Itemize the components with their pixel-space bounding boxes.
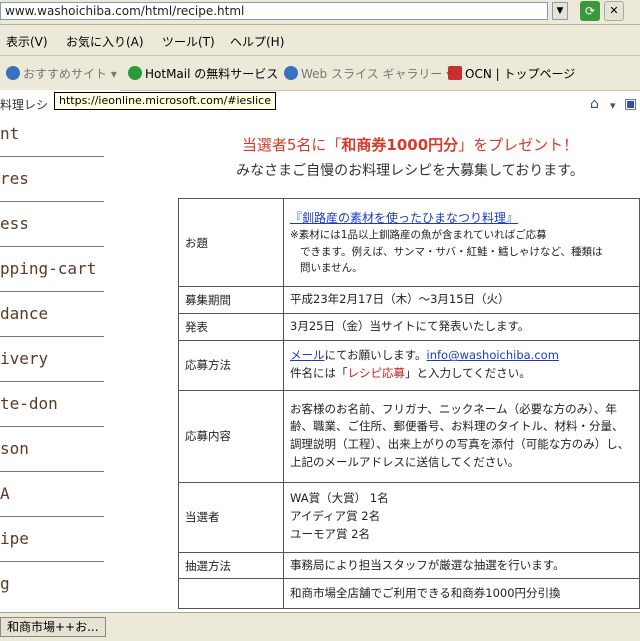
prize-label [178,578,284,610]
sidebar-item[interactable]: te-don [0,382,104,427]
status-bar: 和商市場++お... [0,612,640,641]
links-bar: おすすめサイト ▾ HotMail の無料サービス Web スライス ギャラリー… [0,56,640,91]
sidebar-item[interactable]: ivery [0,337,104,382]
left-tab-label: 料理レシ [0,98,49,112]
theme-value: 『釧路産の素材を使ったひまなつり料理』 ※素材には1品以上釧路産の魚が含まれてい… [283,198,640,287]
content-label: 応募内容 [178,389,284,483]
sidebar-item[interactable]: ess [0,202,104,247]
theme-note: 問いません。 [300,261,363,274]
menu-favorites[interactable]: お気に入り(A) [66,33,144,50]
announce-label: 発表 [178,312,284,341]
sidebar-item[interactable]: g [0,562,104,606]
menu-view[interactable]: 表示(V) [6,33,48,50]
sidebar-item[interactable]: pping-cart [0,247,104,292]
period-value: 平成23年2月17日（木）～3月15日（火） [283,286,640,314]
prize-value: 和商市場全店舗でご利用できる和商券1000円分引換 [283,578,640,610]
msn-icon [128,66,142,80]
content-value: お客様のお名前、フリガナ、ニックネーム（必要な方のみ）、年齢、職業、ご住所、郵便… [283,389,640,483]
theme-label: お題 [178,198,284,287]
recipe-campaign-table: お題 『釧路産の素材を使ったひまなつり料理』 ※素材には1品以上釧路産の魚が含ま… [178,198,640,610]
lottery-label: 抽選方法 [178,551,284,580]
sidebar-item[interactable]: nt [0,112,104,157]
address-dropdown-button[interactable]: ▼ [552,2,568,20]
subject-text: レシピ応募 [347,366,406,381]
link-hotmail[interactable]: HotMail の無料サービス [128,65,278,82]
link-suggested-sites[interactable]: おすすめサイト ▾ [6,65,117,82]
sidebar-item[interactable]: son [0,427,104,472]
sidebar-item[interactable]: A [0,472,104,517]
home-icon[interactable]: ⌂ [590,96,599,112]
theme-note: できます。例えば、サンマ・サバ・紅鮭・鱈しゃけなど、種類は [300,245,603,258]
address-input[interactable]: www.washoichiba.com/html/recipe.html [0,2,548,20]
menu-bar: 表示(V) お気に入り(A) ツール(T) ヘルプ(H) [0,25,640,56]
mail-link[interactable]: メール [290,348,325,362]
campaign-headline: 当選者5名に「和商券1000円分」をプレゼント！ [241,136,579,154]
menu-tools[interactable]: ツール(T) [162,33,215,50]
feed-icon[interactable]: ▣ [624,96,637,112]
sidebar-item[interactable]: dance [0,292,104,337]
winner-prize: WA賞（大賞） 1名 [290,491,389,506]
ie-icon [284,66,298,80]
email-link[interactable]: info@washoichiba.com [427,348,559,362]
ocn-icon [448,66,462,80]
method-label: 応募方法 [178,339,284,391]
campaign-subline: みなさまご自慢のお料理レシピを大募集しております。 [236,163,584,179]
taskbar-window-button[interactable]: 和商市場++お... [0,617,106,637]
announce-value: 3月25日（金）当サイトにて発表いたします。 [283,312,640,341]
sidebar-item[interactable]: ipe [0,517,104,562]
winners-label: 当選者 [178,481,284,553]
link-ocn[interactable]: OCN | トップページ [448,65,575,82]
link-web-slice-gallery[interactable]: Web スライス ギャラリー ▾ [284,65,452,82]
period-label: 募集期間 [178,286,284,314]
theme-title[interactable]: 『釧路産の素材を使ったひまなつり料理』 [290,209,633,228]
stop-icon[interactable]: ✕ [604,1,624,21]
dropdown-arrow-icon[interactable]: ▾ [610,99,616,112]
winners-value: WA賞（大賞） 1名 アイディア賞 2名 ユーモア賞 2名 [283,481,640,553]
menu-help[interactable]: ヘルプ(H) [230,33,284,50]
url-tooltip: https://ieonline.microsoft.com/#ieslice [54,92,276,110]
winner-prize: ユーモア賞 2名 [290,527,370,542]
method-value: メールにてお願いします。info@washoichiba.com 件名には「レシ… [283,339,640,391]
sidebar-item[interactable]: res [0,157,104,202]
theme-note: ※素材には1品以上釧路産の魚が含まれていればご応募 [290,229,547,242]
ie-icon [6,66,20,80]
address-bar: www.washoichiba.com/html/recipe.html ▼ ⟳… [0,0,640,25]
left-sidebar: 料理レシ nt res ess pping-cart dance ivery t… [0,90,120,612]
refresh-icon[interactable]: ⟳ [580,1,600,21]
lottery-value: 事務局により担当スタッフが厳選な抽選を行います。 [283,551,640,580]
winner-prize: アイディア賞 2名 [290,509,381,524]
